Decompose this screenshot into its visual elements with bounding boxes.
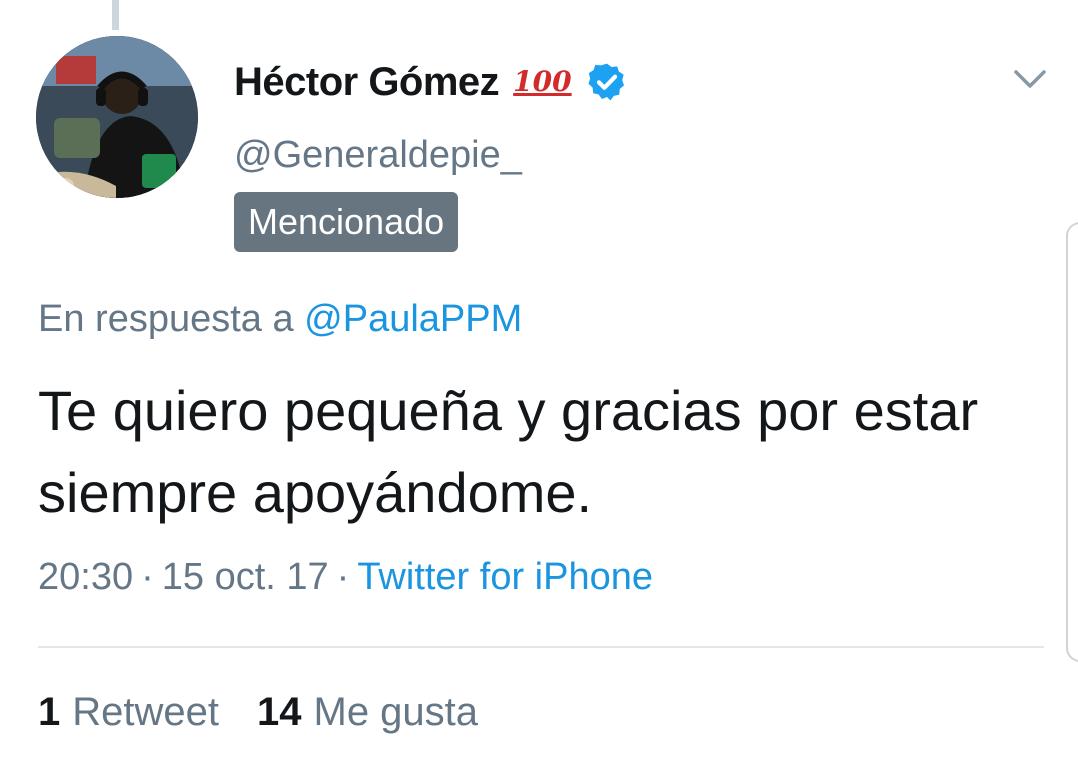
reply-to-link[interactable]: @PaulaPPM [304, 298, 522, 340]
tweet-date[interactable]: 15 oct. 17 [162, 556, 329, 598]
author-handle[interactable]: @Generaldepie_ [234, 134, 522, 177]
avatar-photo [36, 36, 198, 198]
likes-stat[interactable]: 14 Me gusta [257, 690, 478, 735]
likes-count: 14 [257, 690, 302, 734]
hundred-points-emoji-icon: 100 [513, 65, 572, 98]
tweet-detail-view: Héctor Gómez 100 @Generaldepie_ Menciona… [0, 0, 1078, 764]
mentioned-badge: Mencionado [234, 192, 459, 252]
tweet-text: Te quiero pequeña y gracias por estar si… [38, 379, 979, 524]
reply-prefix: En respuesta a [38, 298, 294, 340]
retweets-stat[interactable]: 1 Retweet [38, 690, 219, 735]
meta-separator: · [141, 556, 154, 598]
retweets-count: 1 [38, 690, 61, 734]
chevron-down-icon[interactable] [1010, 64, 1050, 94]
author-display-name[interactable]: Héctor Gómez [234, 60, 500, 105]
tweet-time[interactable]: 20:30 [38, 556, 133, 598]
likes-label: Me gusta [313, 690, 479, 734]
reply-context: En respuesta a @PaulaPPM [38, 298, 522, 341]
tweet-stats: 1 Retweet 14 Me gusta [38, 690, 478, 735]
author-name-row[interactable]: Héctor Gómez 100 [234, 56, 628, 108]
avatar[interactable] [36, 36, 198, 198]
retweets-label: Retweet [72, 690, 219, 734]
tweet-source-link[interactable]: Twitter for iPhone [357, 556, 653, 598]
adjacent-card-edge [1066, 222, 1078, 662]
divider [38, 646, 1044, 648]
tweet-meta: 20:30 · 15 oct. 17 · Twitter for iPhone [38, 556, 653, 599]
thread-connector-line [112, 0, 119, 30]
meta-separator: · [336, 556, 350, 598]
verified-badge-icon [588, 63, 624, 101]
